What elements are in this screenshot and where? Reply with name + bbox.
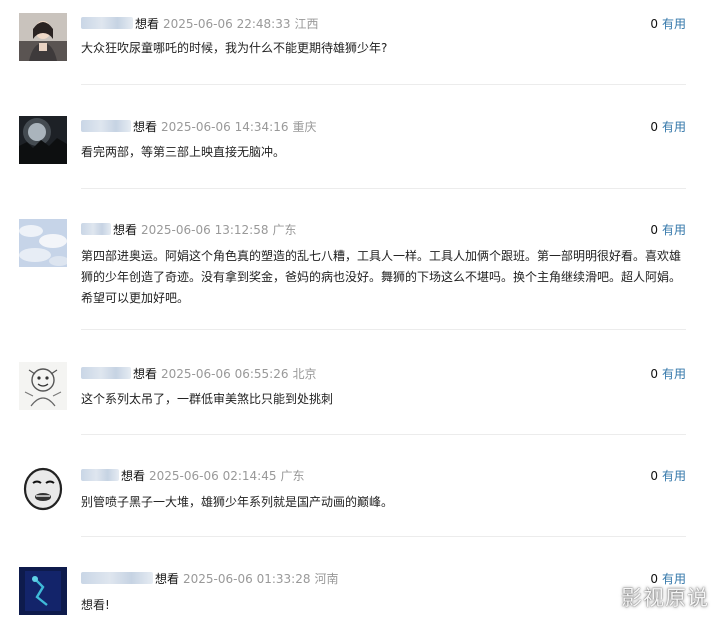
comment-text: 第四部进奥运。阿娟这个角色真的塑造的乱七八糟，工具人一样。工具人加俩个跟班。第一… — [81, 249, 682, 305]
useful-count: 0 — [650, 469, 658, 483]
comment-time: 2025-06-06 02:14:45 — [149, 469, 277, 483]
comment-time: 2025-06-06 14:34:16 — [161, 120, 289, 134]
rating-want-label: 想看 — [135, 17, 160, 31]
useful-count: 0 — [650, 367, 658, 381]
rating-want-label: 想看 — [133, 367, 158, 381]
comment-text: 别管喷子黑子一大堆，雄狮少年系列就是国产动画的巅峰。 — [81, 495, 394, 509]
useful-button[interactable]: 有用 — [662, 469, 686, 483]
username-blurred[interactable] — [81, 367, 131, 379]
useful-count: 0 — [650, 223, 658, 237]
comment-meta: 想看 2025-06-06 01:33:28 河南 — [81, 570, 338, 588]
comment-location: 江西 — [294, 17, 319, 31]
username-blurred[interactable] — [81, 469, 119, 481]
useful-vote: 0 有用 — [650, 221, 686, 239]
username-blurred[interactable] — [81, 223, 111, 235]
useful-button[interactable]: 有用 — [662, 223, 686, 237]
useful-button[interactable]: 有用 — [662, 120, 686, 134]
divider — [81, 434, 686, 435]
rating-want-label: 想看 — [133, 120, 158, 134]
comment-meta: 想看 2025-06-06 06:55:26 北京 — [81, 365, 316, 383]
divider — [81, 84, 686, 85]
comment-location: 河南 — [314, 572, 339, 586]
useful-vote: 0 有用 — [650, 467, 686, 485]
comment-location: 重庆 — [292, 120, 317, 134]
useful-count: 0 — [650, 120, 658, 134]
comment-location: 广东 — [280, 469, 305, 483]
rating-want-label: 想看 — [155, 572, 180, 586]
comment-meta: 想看 2025-06-06 02:14:45 广东 — [81, 467, 304, 485]
rating-want-label: 想看 — [113, 223, 138, 237]
username-blurred[interactable] — [81, 120, 131, 132]
comment-text: 看完两部，等第三部上映直接无脑冲。 — [81, 145, 286, 159]
useful-vote: 0 有用 — [650, 365, 686, 383]
avatar[interactable] — [19, 13, 67, 61]
divider — [81, 188, 686, 189]
comment-location: 北京 — [292, 367, 317, 381]
divider — [81, 329, 686, 330]
comment-time: 2025-06-06 01:33:28 — [183, 572, 311, 586]
username-blurred[interactable] — [81, 17, 133, 29]
comment-meta: 想看 2025-06-06 22:48:33 江西 — [81, 15, 318, 33]
useful-button[interactable]: 有用 — [662, 367, 686, 381]
useful-vote: 0 有用 — [650, 118, 686, 136]
useful-count: 0 — [650, 17, 658, 31]
username-blurred[interactable] — [81, 572, 153, 584]
comment-meta: 想看 2025-06-06 14:34:16 重庆 — [81, 118, 316, 136]
avatar[interactable] — [19, 219, 67, 267]
comment-location: 广东 — [272, 223, 297, 237]
divider — [81, 536, 686, 537]
comment-text: 大众狂吹尿童哪吒的时候，我为什么不能更期待雄狮少年? — [81, 41, 388, 55]
comment-text: 这个系列太吊了，一群低审美煞比只能到处挑刺 — [81, 392, 334, 406]
useful-button[interactable]: 有用 — [662, 17, 686, 31]
comment-time: 2025-06-06 22:48:33 — [163, 17, 291, 31]
comment-time: 2025-06-06 06:55:26 — [161, 367, 289, 381]
avatar[interactable] — [19, 116, 67, 164]
comment-text: 想看! — [81, 598, 110, 612]
avatar[interactable] — [19, 567, 67, 615]
comment-time: 2025-06-06 13:12:58 — [141, 223, 269, 237]
avatar[interactable] — [19, 465, 67, 513]
rating-want-label: 想看 — [121, 469, 146, 483]
avatar[interactable] — [19, 362, 67, 410]
comment-meta: 想看 2025-06-06 13:12:58 广东 — [81, 221, 296, 239]
watermark: 影视原说 — [621, 586, 709, 610]
useful-vote: 0 有用 — [650, 15, 686, 33]
